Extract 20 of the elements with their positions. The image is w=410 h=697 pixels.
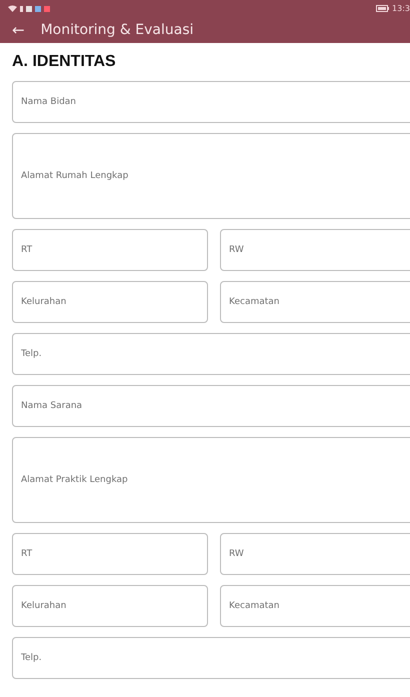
- input-field[interactable]: Kecamatan: [220, 281, 410, 323]
- screen-title: Monitoring & Evaluasi: [40, 22, 194, 38]
- input-field[interactable]: Kecamatan: [220, 585, 410, 627]
- input-field[interactable]: Nama Sarana: [12, 385, 410, 427]
- section-heading: A. IDENTITAS: [12, 52, 117, 72]
- battery-icon: [376, 5, 390, 12]
- input-field[interactable]: Kelurahan: [12, 281, 208, 323]
- input-field[interactable]: Telp.: [12, 333, 410, 375]
- wifi-icon: [8, 5, 17, 12]
- text-area[interactable]: Alamat Praktik Lengkap: [12, 437, 410, 523]
- input-field[interactable]: RW: [220, 533, 410, 575]
- text-area[interactable]: Alamat Rumah Lengkap: [12, 133, 410, 219]
- input-field[interactable]: RT: [12, 533, 208, 575]
- input-field[interactable]: RW: [220, 229, 410, 271]
- back-button[interactable]: ←: [12, 22, 25, 38]
- clock-text: 13:3: [392, 4, 410, 13]
- input-field[interactable]: Telp.: [12, 637, 410, 679]
- input-field[interactable]: RT: [12, 229, 208, 271]
- input-field[interactable]: Nama Bidan: [12, 81, 410, 123]
- input-field[interactable]: Kelurahan: [12, 585, 208, 627]
